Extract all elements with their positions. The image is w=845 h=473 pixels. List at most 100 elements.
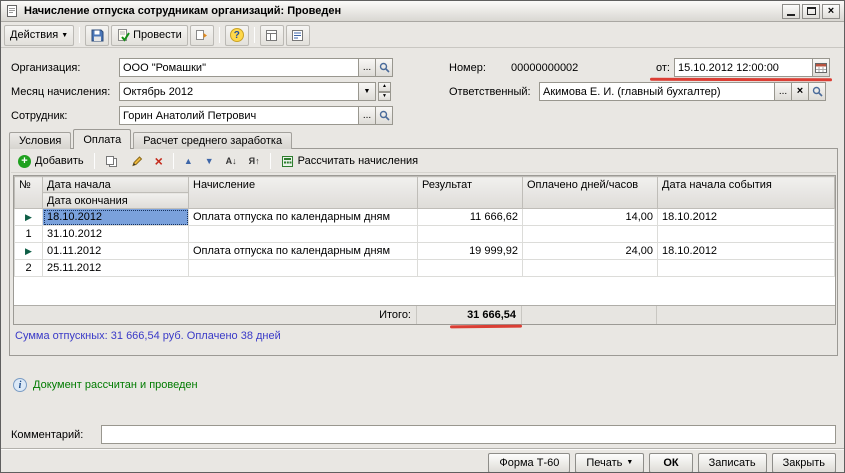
tab-label: Условия <box>19 135 61 147</box>
save-label: Записать <box>709 457 756 469</box>
column-header-date-end[interactable]: Дата окончания <box>43 193 189 209</box>
title-bar[interactable]: Начисление отпуска сотрудникам организац… <box>1 1 844 22</box>
number-label: Номер: <box>449 62 511 74</box>
actions-button[interactable]: Действия ▼ <box>4 25 74 46</box>
cell-paid[interactable]: 24,00 <box>523 243 658 260</box>
table-row[interactable]: 2 25.11.2012 <box>15 260 835 277</box>
organization-input[interactable] <box>119 58 359 77</box>
cell-accrual[interactable] <box>189 226 418 243</box>
cell-event-date[interactable]: 18.10.2012 <box>658 209 835 226</box>
number-value[interactable]: 00000000002 <box>511 58 641 77</box>
print-label: Печать <box>586 457 622 469</box>
responsible-ellipsis-button[interactable]: ... <box>775 82 792 101</box>
spin-down-button[interactable]: ▼ <box>378 92 391 102</box>
cell-row-number[interactable]: 1 <box>15 226 43 243</box>
table-row[interactable]: 1 31.10.2012 <box>15 226 835 243</box>
cell-event-date[interactable] <box>658 260 835 277</box>
print-button[interactable]: Печать ▼ <box>575 453 644 473</box>
copy-icon <box>105 155 118 168</box>
employee-field-row: Сотрудник: ... <box>11 106 393 125</box>
tab-conditions[interactable]: Условия <box>9 132 71 149</box>
accrual-month-label: Месяц начисления: <box>11 86 119 98</box>
table-row[interactable]: ▶ 18.10.2012 Оплата отпуска по календарн… <box>15 209 835 226</box>
responsible-clear-button[interactable]: × <box>792 82 809 101</box>
cell-accrual[interactable] <box>189 260 418 277</box>
help-button[interactable]: ? <box>225 25 249 46</box>
date-input[interactable] <box>674 58 813 77</box>
delete-row-button[interactable]: × <box>150 151 168 171</box>
sort-descending-button[interactable]: Я↑ <box>244 151 265 171</box>
row-marker-icon: ▶ <box>25 212 32 222</box>
floppy-icon <box>91 29 104 42</box>
cell-result[interactable] <box>418 226 523 243</box>
cell-row-number[interactable]: 2 <box>15 260 43 277</box>
cell-paid[interactable] <box>523 260 658 277</box>
ok-button[interactable]: ОК <box>649 453 692 473</box>
maximize-button[interactable] <box>802 4 820 19</box>
form-settings-icon-button[interactable] <box>286 25 310 46</box>
responsible-lookup-button[interactable] <box>809 82 826 101</box>
close-button[interactable]: × <box>822 4 840 19</box>
cell-paid[interactable]: 14,00 <box>523 209 658 226</box>
sort-ascending-button[interactable]: А↓ <box>221 151 242 171</box>
tab-average-earnings[interactable]: Расчет среднего заработка <box>133 132 292 149</box>
calculate-accruals-button[interactable]: Рассчитать начисления <box>276 151 424 171</box>
save-button[interactable]: Записать <box>698 453 767 473</box>
toolbar-separator <box>270 153 271 169</box>
cell-result[interactable]: 11 666,62 <box>418 209 523 226</box>
cell-date-end[interactable]: 25.11.2012 <box>43 260 189 277</box>
add-row-button[interactable]: + Добавить <box>13 151 89 171</box>
comment-input[interactable] <box>101 425 836 444</box>
move-down-button[interactable]: ▼ <box>200 151 219 171</box>
cell-result[interactable] <box>418 260 523 277</box>
cell-event-date[interactable]: 18.10.2012 <box>658 243 835 260</box>
cell-accrual[interactable]: Оплата отпуска по календарным дням <box>189 243 418 260</box>
employee-ellipsis-button[interactable]: ... <box>359 106 376 125</box>
form-t60-button[interactable]: Форма Т-60 <box>488 453 570 473</box>
cell-date-start[interactable]: 18.10.2012 <box>43 209 189 226</box>
table-row[interactable]: ▶ 01.11.2012 Оплата отпуска по календарн… <box>15 243 835 260</box>
row-marker-cell[interactable]: ▶ <box>15 209 43 226</box>
close-window-button[interactable]: Закрыть <box>772 453 836 473</box>
toolbar-separator <box>94 153 95 169</box>
post-button[interactable]: Провести <box>111 25 188 46</box>
accrual-month-dropdown-button[interactable]: ▼ <box>359 82 376 101</box>
responsible-input[interactable] <box>539 82 775 101</box>
column-header-accrual[interactable]: Начисление <box>189 177 418 209</box>
date-calendar-button[interactable] <box>813 58 830 77</box>
cell-date-start[interactable]: 01.11.2012 <box>43 243 189 260</box>
cell-date-end[interactable]: 31.10.2012 <box>43 226 189 243</box>
cell-accrual[interactable]: Оплата отпуска по календарным дням <box>189 209 418 226</box>
edit-row-button[interactable] <box>125 151 148 171</box>
organization-ellipsis-button[interactable]: ... <box>359 58 376 77</box>
employee-input[interactable] <box>119 106 359 125</box>
copy-row-button[interactable] <box>100 151 123 171</box>
accrual-month-input[interactable] <box>119 82 359 101</box>
movements-icon-button[interactable] <box>190 25 214 46</box>
sort-descending-icon: Я↑ <box>249 157 260 166</box>
column-header-date-start[interactable]: Дата начала <box>43 177 189 193</box>
row-marker-cell[interactable]: ▶ <box>15 243 43 260</box>
column-header-num[interactable]: № <box>15 177 43 209</box>
minimize-button[interactable] <box>782 4 800 19</box>
payment-tab-panel: + Добавить × ▲ ▼ А↓ Я↑ Рассчитать начисл… <box>9 148 838 356</box>
cell-paid[interactable] <box>523 226 658 243</box>
cell-result[interactable]: 19 999,92 <box>418 243 523 260</box>
column-header-paid-days[interactable]: Оплачено дней/часов <box>523 177 658 209</box>
date-label: от: <box>656 62 674 74</box>
move-up-button[interactable]: ▲ <box>179 151 198 171</box>
column-header-event-date[interactable]: Дата начала события <box>658 177 835 209</box>
column-header-result[interactable]: Результат <box>418 177 523 209</box>
spin-up-button[interactable]: ▲ <box>378 82 391 92</box>
clear-icon: × <box>797 86 803 97</box>
cell-event-date[interactable] <box>658 226 835 243</box>
comment-label: Комментарий: <box>11 429 101 441</box>
list-settings-icon-button[interactable] <box>260 25 284 46</box>
calendar-icon <box>815 62 827 73</box>
total-row: Итого: 31 666,54 <box>14 305 835 324</box>
organization-lookup-button[interactable] <box>376 58 393 77</box>
tab-payment[interactable]: Оплата <box>73 129 131 149</box>
save-icon-button[interactable] <box>85 25 109 46</box>
employee-lookup-button[interactable] <box>376 106 393 125</box>
info-icon: i <box>13 378 27 392</box>
